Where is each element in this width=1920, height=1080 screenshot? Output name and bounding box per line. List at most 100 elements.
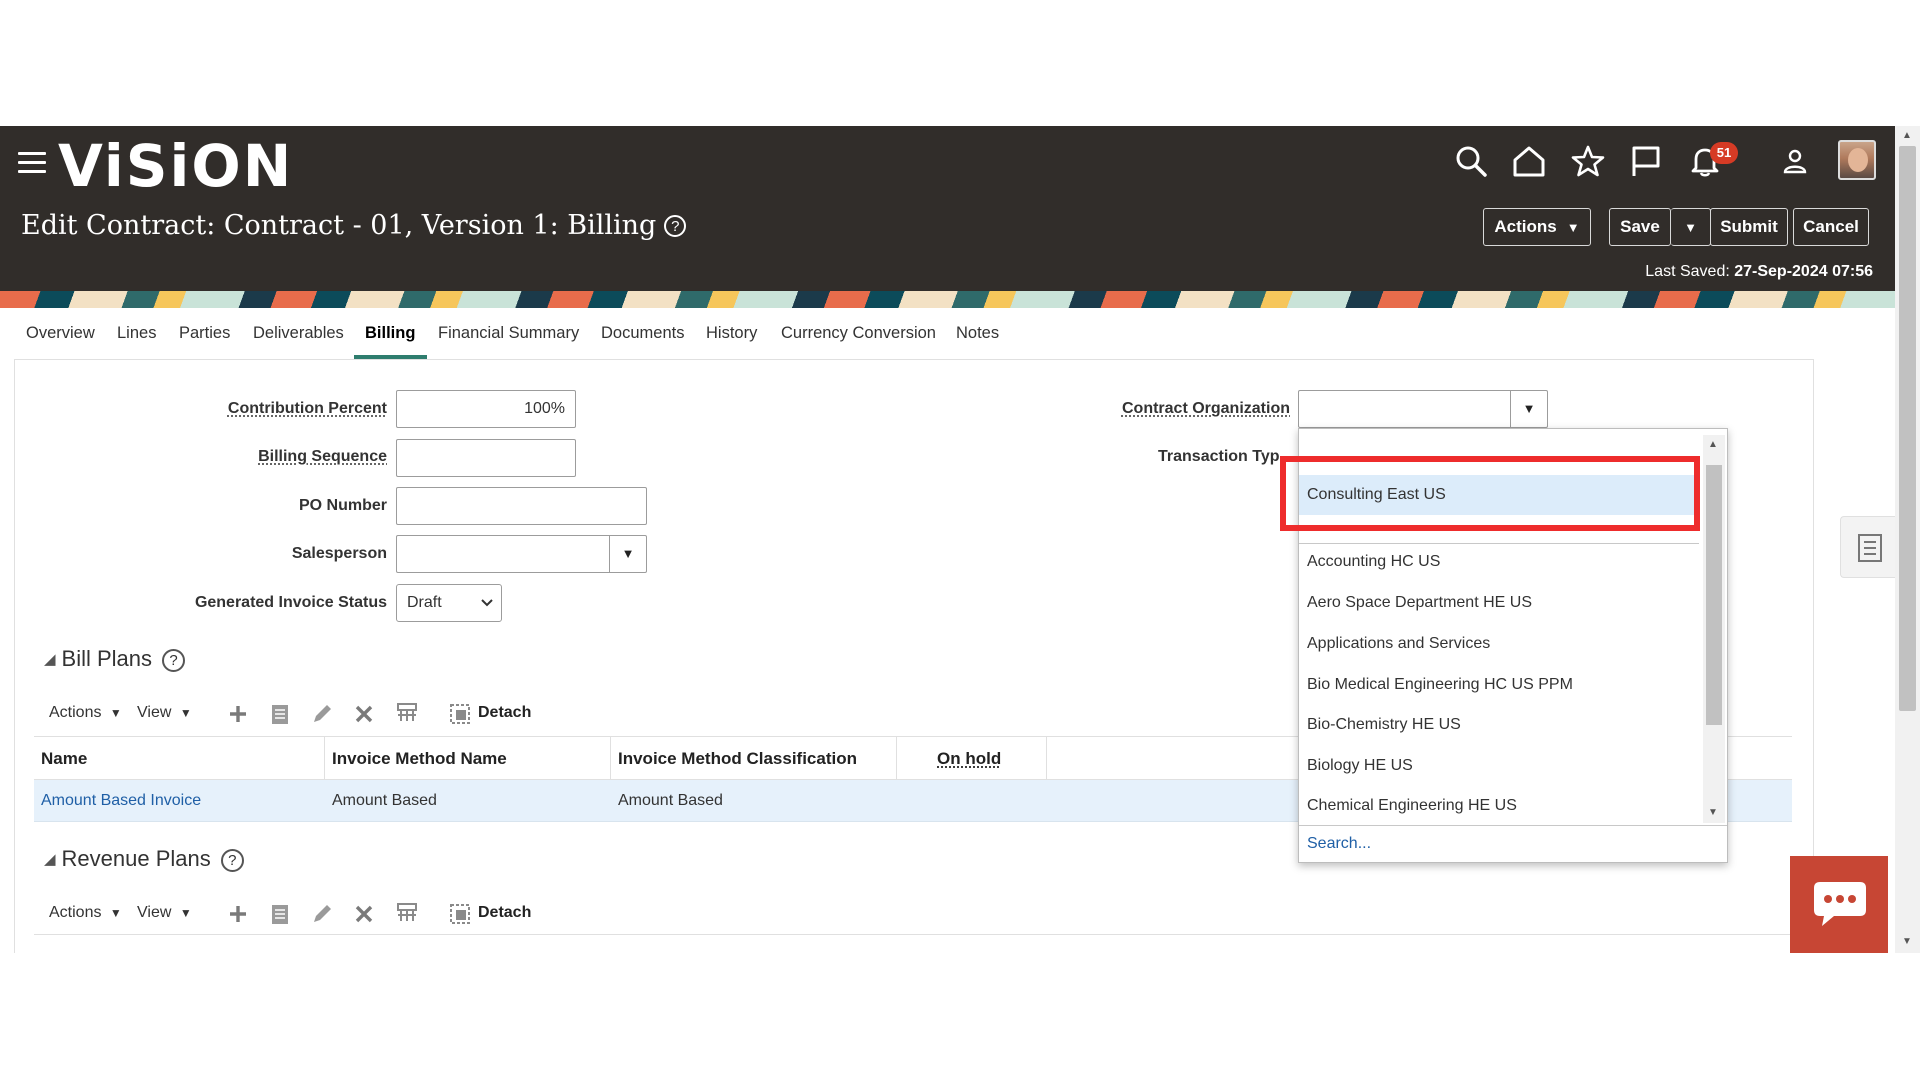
details-icon[interactable] — [268, 702, 292, 726]
page-title-text: Edit Contract: Contract - 01, Version 1:… — [21, 210, 657, 241]
tab-financial-summary[interactable]: Financial Summary — [438, 324, 579, 343]
collapse-triangle-icon[interactable]: ◢ — [44, 851, 56, 868]
favorites-star-icon[interactable] — [1571, 144, 1605, 178]
save-button[interactable]: Save — [1609, 208, 1671, 246]
freeze-columns-icon[interactable] — [395, 700, 419, 724]
chevron-down-icon[interactable]: ▼ — [1510, 391, 1547, 427]
page-title: Edit Contract: Contract - 01, Version 1:… — [21, 210, 687, 241]
dropdown-option[interactable]: Bio Medical Engineering HC US PPM — [1299, 665, 1699, 705]
detach-button[interactable]: Detach — [478, 704, 531, 722]
actions-label: Actions — [49, 704, 102, 721]
tab-currency-conversion[interactable]: Currency Conversion — [781, 324, 936, 343]
tab-deliverables[interactable]: Deliverables — [253, 324, 344, 343]
page-scrollbar-thumb[interactable] — [1899, 146, 1916, 711]
dropdown-scrollbar-thumb[interactable] — [1706, 465, 1722, 725]
delete-icon[interactable] — [352, 902, 376, 926]
scroll-up-icon[interactable]: ▲ — [1708, 439, 1718, 450]
tab-history[interactable]: History — [706, 324, 757, 343]
freeze-columns-icon[interactable] — [395, 900, 419, 924]
bill-plans-header[interactable]: ◢ Bill Plans? — [44, 646, 186, 672]
contribution-percent-field[interactable]: 100% — [396, 390, 576, 428]
scroll-down-icon[interactable]: ▼ — [1902, 936, 1912, 947]
tab-overview[interactable]: Overview — [26, 324, 95, 343]
save-options-dropdown[interactable]: ▼ — [1671, 208, 1711, 246]
help-icon[interactable]: ? — [162, 649, 186, 672]
help-icon[interactable]: ? — [220, 849, 244, 872]
chevron-down-icon[interactable]: ▼ — [609, 536, 646, 572]
dropdown-option[interactable]: Chemical Engineering HE US — [1299, 786, 1699, 826]
vision-logo[interactable]: ViSiON — [58, 132, 293, 200]
salesperson-combobox[interactable]: ▼ — [396, 535, 647, 573]
add-icon[interactable] — [226, 702, 250, 726]
revenue-plans-title: Revenue Plans — [61, 846, 211, 871]
column-header-invoice-method-classification[interactable]: Invoice Method Classification — [611, 737, 897, 781]
dropdown-option[interactable]: Accounting HC US — [1299, 542, 1699, 582]
tab-lines[interactable]: Lines — [117, 324, 156, 343]
bill-plans-actions-menu[interactable]: Actions ▼ — [49, 704, 122, 722]
billing-sequence-field[interactable] — [396, 439, 576, 477]
generated-invoice-status-select[interactable]: Draft — [396, 584, 502, 622]
dropdown-option[interactable]: Aero Space Department HE US — [1299, 583, 1699, 623]
search-icon[interactable] — [1454, 144, 1488, 178]
page-scrollbar[interactable]: ▲ ▼ — [1895, 126, 1920, 953]
bill-plans-view-menu[interactable]: View ▼ — [137, 704, 192, 722]
contract-organization-combobox[interactable]: ▼ — [1298, 390, 1548, 428]
bill-plan-name-link[interactable]: Amount Based Invoice — [34, 780, 201, 822]
collapse-triangle-icon[interactable]: ◢ — [44, 651, 56, 668]
cancel-button[interactable]: Cancel — [1793, 208, 1869, 246]
flag-icon[interactable] — [1629, 144, 1663, 178]
po-number-field[interactable] — [396, 487, 647, 525]
home-icon[interactable] — [1512, 144, 1546, 178]
dropdown-option[interactable]: Biology HE US — [1299, 746, 1699, 786]
bill-plans-title: Bill Plans — [61, 646, 153, 671]
detach-button[interactable]: Detach — [478, 904, 531, 922]
revenue-plans-view-menu[interactable]: View ▼ — [137, 904, 192, 922]
details-icon[interactable] — [268, 902, 292, 926]
billing-sequence-label: Billing Sequence — [258, 448, 387, 465]
actions-menu-button[interactable]: Actions ▼ — [1483, 208, 1591, 246]
chat-assistant-button[interactable] — [1790, 856, 1888, 953]
notification-count-badge: 51 — [1710, 142, 1738, 164]
chevron-down-icon: ▼ — [1566, 220, 1580, 235]
po-number-label: PO Number — [298, 497, 387, 514]
last-saved-value: 27-Sep-2024 07:56 — [1734, 263, 1873, 280]
last-saved-info: Last Saved: 27-Sep-2024 07:56 — [1645, 263, 1873, 281]
scroll-down-icon[interactable]: ▼ — [1708, 807, 1718, 818]
menu-icon[interactable] — [18, 150, 48, 176]
last-saved-label: Last Saved: — [1645, 263, 1730, 280]
chat-bubble-icon — [1814, 882, 1866, 926]
generated-invoice-status-label: Generated Invoice Status — [194, 594, 387, 611]
tab-parties[interactable]: Parties — [179, 324, 230, 343]
dropdown-option-highlighted[interactable]: Consulting East US — [1299, 475, 1699, 515]
dropdown-scrollbar[interactable]: ▲ ▼ — [1703, 435, 1725, 823]
column-header-on-hold[interactable]: On hold — [897, 737, 1047, 781]
submit-button[interactable]: Submit — [1710, 208, 1788, 246]
user-avatar[interactable] — [1838, 140, 1876, 180]
revenue-plans-actions-menu[interactable]: Actions ▼ — [49, 904, 122, 922]
column-header-invoice-method-name[interactable]: Invoice Method Name — [325, 737, 611, 781]
scroll-up-icon[interactable]: ▲ — [1902, 130, 1912, 141]
side-panel-toggle[interactable] — [1840, 516, 1898, 578]
user-profile-icon[interactable] — [1780, 146, 1810, 176]
tab-billing[interactable]: Billing — [365, 324, 415, 343]
detach-icon[interactable] — [448, 902, 472, 926]
app-screen: ViSiON 51 Edit Contract: Contract - 01, … — [0, 126, 1920, 953]
add-icon[interactable] — [226, 902, 250, 926]
edit-pencil-icon[interactable] — [310, 702, 334, 726]
delete-icon[interactable] — [352, 702, 376, 726]
dropdown-search-link[interactable]: Search... — [1299, 825, 1727, 863]
invoice-method-name-cell: Amount Based — [332, 792, 437, 809]
dropdown-option[interactable]: Bio-Chemistry HE US — [1299, 705, 1699, 745]
detach-icon[interactable] — [448, 702, 472, 726]
generated-invoice-status-value: Draft — [407, 594, 442, 611]
decorative-banner — [0, 291, 1895, 308]
tab-notes[interactable]: Notes — [956, 324, 999, 343]
chevron-down-icon: ▼ — [179, 706, 192, 720]
edit-pencil-icon[interactable] — [310, 902, 334, 926]
actions-label: Actions — [49, 904, 102, 921]
column-header-name[interactable]: Name — [34, 737, 325, 781]
help-icon[interactable]: ? — [664, 215, 687, 237]
tab-documents[interactable]: Documents — [601, 324, 684, 343]
dropdown-option[interactable]: Applications and Services — [1299, 624, 1699, 664]
revenue-plans-header[interactable]: ◢ Revenue Plans? — [44, 846, 244, 872]
